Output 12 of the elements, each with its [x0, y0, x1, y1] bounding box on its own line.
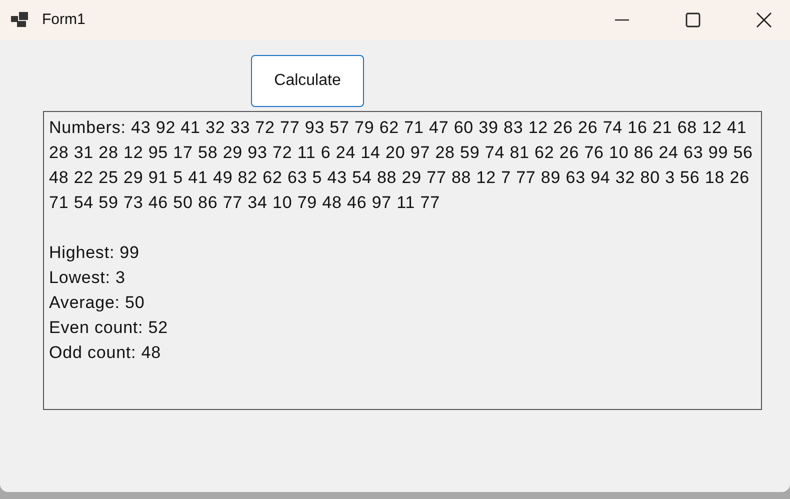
close-icon: [755, 11, 773, 29]
result-line: Highest: 99: [49, 242, 140, 264]
window-title: Form1: [42, 10, 86, 30]
result-line: Average: 50: [49, 292, 146, 314]
minimize-icon: [615, 19, 629, 21]
maximize-icon: [685, 12, 701, 28]
result-line: Odd count: 48: [49, 342, 162, 364]
app-icon: [11, 12, 29, 28]
result-line: Lowest: 3: [49, 267, 126, 289]
numbers-text: Numbers: 43 92 41 32 33 72 77 93 57 79 62 71 47 60 39 83 12 26 26 74 16 21 68 12 41 28 31 28 12 95 17 58 29 93 72 11 6 24 14 20 97 28 59 74 81 62 26 76 10 86 24 63 99 56 48 22 25 29 91 5 41 49 82 62 63 5 43 54 88 29 77 88 12 7 77 89 63 94 32 80 3 56 18 26 71 54 59 73 46 50 86 77 34 10 79 48 46 97 11 77: [49, 117, 754, 214]
calculate-button[interactable]: Calculate: [251, 55, 364, 107]
result-line: Even count: 52: [49, 317, 170, 339]
